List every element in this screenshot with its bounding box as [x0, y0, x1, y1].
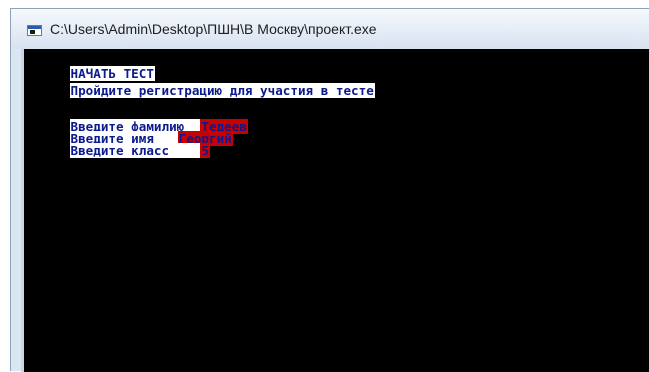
console-line-start: НАЧАТЬ ТЕСТ	[24, 54, 155, 81]
console-window: C:\Users\Admin\Desktop\ПШН\В Москву\прое…	[10, 8, 649, 372]
console-output[interactable]: НАЧАТЬ ТЕСТ Пройдите регистрацию для уча…	[21, 49, 649, 372]
class-prompt: Введите класс	[69, 143, 201, 158]
window-title: C:\Users\Admin\Desktop\ПШН\В Москву\прое…	[50, 21, 377, 37]
window-titlebar[interactable]: C:\Users\Admin\Desktop\ПШН\В Москву\прое…	[11, 9, 649, 49]
registration-prompt-text: Пройдите регистрацию для участия в тесте	[69, 83, 375, 98]
console-line-class: Введите класс 5	[24, 131, 210, 158]
console-app-icon[interactable]	[27, 25, 42, 36]
console-line-register: Пройдите регистрацию для участия в тесте	[24, 71, 375, 98]
class-value: 5	[200, 143, 210, 158]
